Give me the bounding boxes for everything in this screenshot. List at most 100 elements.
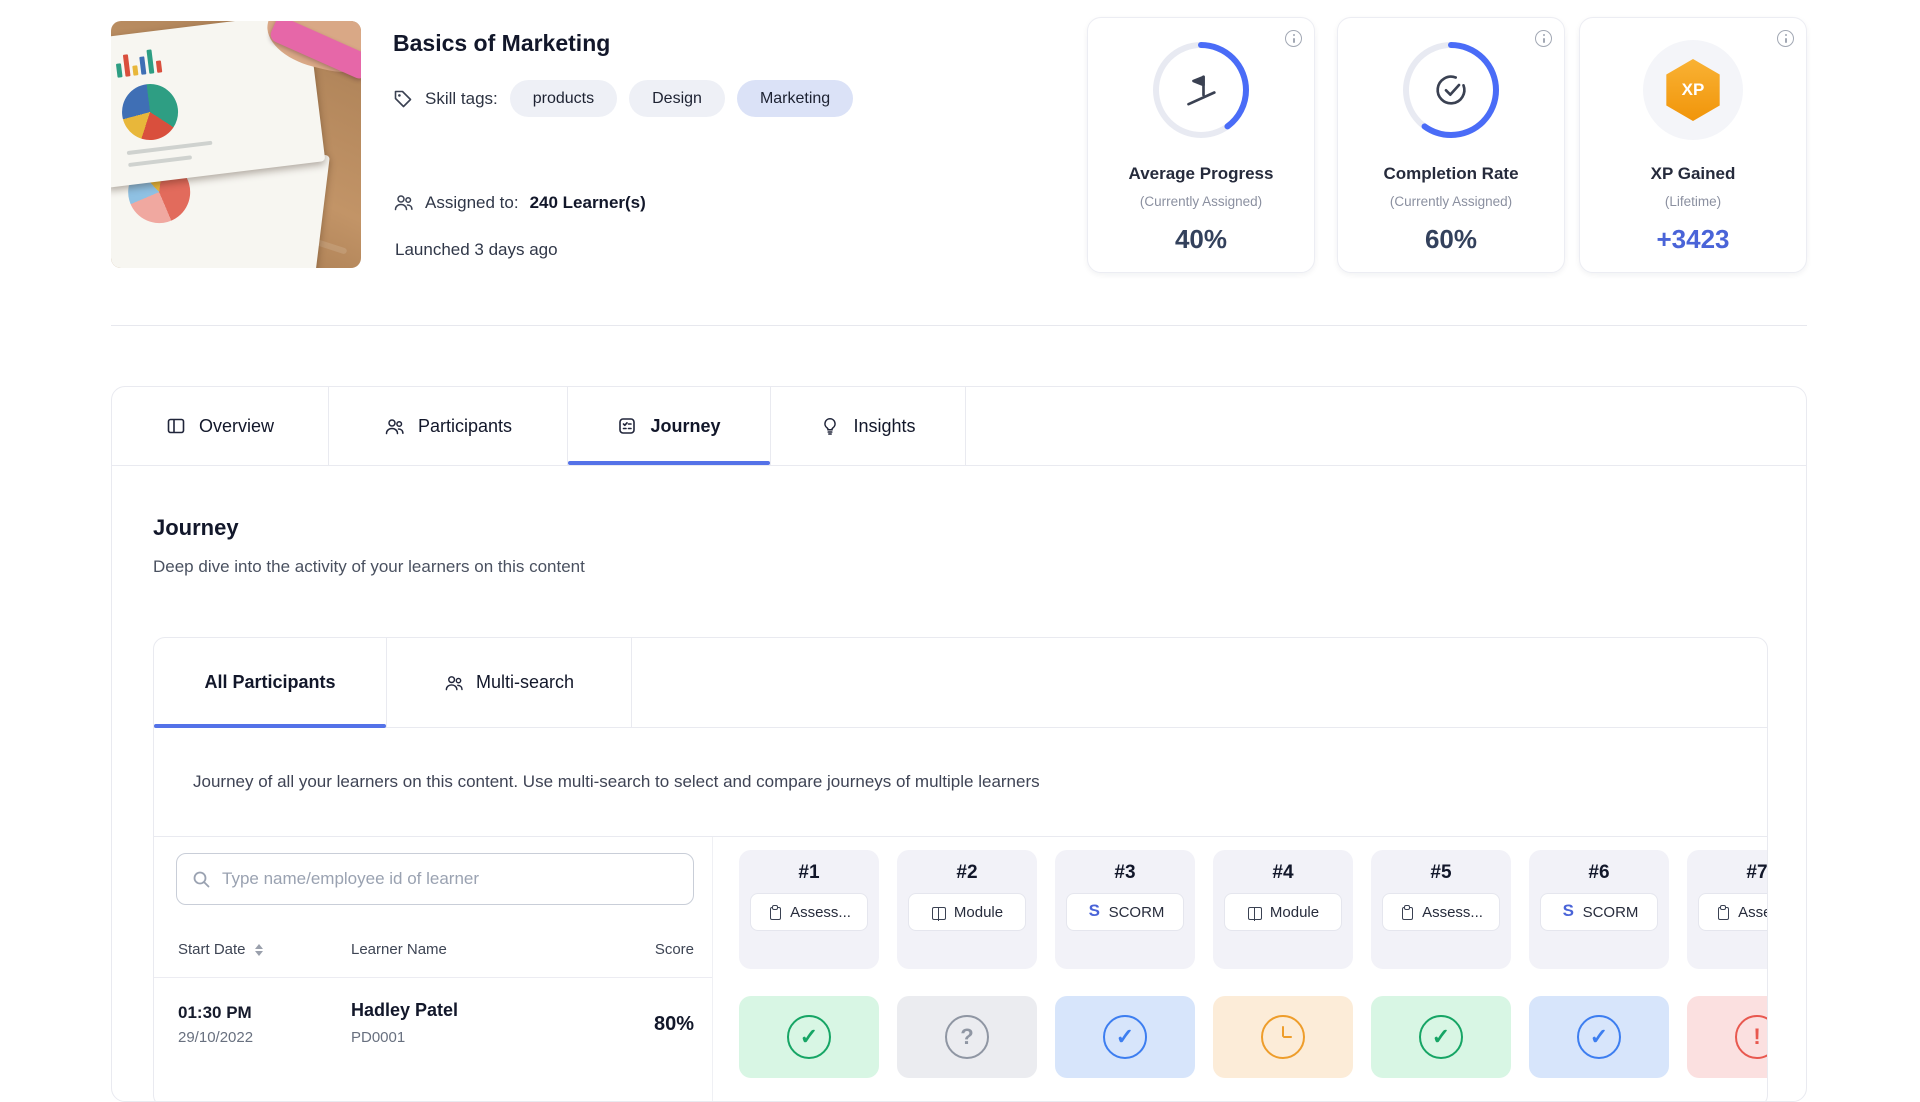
search-icon <box>191 869 212 890</box>
section-title: Journey <box>153 515 239 541</box>
average-progress-ring <box>1151 40 1251 140</box>
scorm-icon <box>1560 904 1576 920</box>
status-glyph <box>1103 1015 1147 1059</box>
step-type-label: Module <box>954 904 1003 921</box>
tab-bar: Overview Participants Journey <box>112 387 1806 466</box>
column-start-date: Start Date <box>178 941 263 958</box>
divider <box>712 837 713 1102</box>
thumbnail-decoration <box>127 141 213 155</box>
step-header: #6 SCORM <box>1529 850 1669 969</box>
step-type-label: SCORM <box>1583 904 1639 921</box>
assessment-icon <box>1399 904 1415 920</box>
xp-badge: XP <box>1643 40 1743 140</box>
journey-tab-bar: All Participants Multi-search <box>154 638 1767 728</box>
stat-value: +3423 <box>1580 224 1806 255</box>
scorm-icon <box>1086 904 1102 920</box>
row-start-date: 29/10/2022 <box>178 1029 253 1046</box>
info-icon[interactable] <box>1777 30 1794 47</box>
thumbnail-pie-chart <box>119 81 181 143</box>
stat-name: XP Gained <box>1580 164 1806 184</box>
journey-steps-header: #1 Assess... #2 Module #3 <box>739 850 1767 969</box>
status-glyph <box>1261 1015 1305 1059</box>
tab-label: Journey <box>650 416 720 437</box>
column-label: Learner Name <box>351 941 447 958</box>
step-number: #2 <box>956 862 977 884</box>
xp-hexagon-icon: XP <box>1664 59 1722 121</box>
module-icon <box>1247 904 1263 920</box>
tab-journey[interactable]: Journey <box>568 387 771 465</box>
stat-card-completion-rate: Completion Rate (Currently Assigned) 60% <box>1337 17 1565 273</box>
step-number: #7 <box>1746 862 1767 884</box>
skill-tags-label: Skill tags: <box>425 89 498 109</box>
info-icon[interactable] <box>1285 30 1302 47</box>
learner-search <box>176 853 694 905</box>
skill-tag-products: products <box>510 80 617 117</box>
stat-subtitle: (Lifetime) <box>1580 194 1806 209</box>
row-employee-id: PD0001 <box>351 1029 405 1046</box>
row-score: 80% <box>594 1013 694 1036</box>
journey-tab-spacer <box>632 638 1767 727</box>
module-icon <box>931 904 947 920</box>
tab-label: Insights <box>853 416 915 437</box>
status-glyph <box>1419 1015 1463 1059</box>
journey-table: Start Date Learner Name Score #1 Assess.… <box>154 837 1767 1102</box>
stat-card-average-progress: Average Progress (Currently Assigned) 40… <box>1087 17 1315 273</box>
step-type-pill: Assess... <box>1382 893 1500 931</box>
stat-name: Average Progress <box>1088 164 1314 184</box>
journey-panel: All Participants Multi-search Journey of… <box>153 637 1768 1102</box>
step-header: #7 Assess... <box>1687 850 1767 969</box>
stat-subtitle: (Currently Assigned) <box>1088 194 1314 209</box>
skill-tag-design: Design <box>629 80 725 117</box>
tab-all-participants[interactable]: All Participants <box>154 638 387 727</box>
assigned-row: Assigned to: 240 Learner(s) <box>393 192 646 213</box>
status-info-icon[interactable] <box>1529 996 1669 1078</box>
page-title: Basics of Marketing <box>393 30 610 57</box>
status-glyph <box>1735 1015 1767 1059</box>
status-success-icon[interactable] <box>1371 996 1511 1078</box>
stat-subtitle: (Currently Assigned) <box>1338 194 1564 209</box>
status-success-icon[interactable] <box>739 996 879 1078</box>
launched-text: Launched 3 days ago <box>395 240 558 260</box>
status-glyph <box>945 1015 989 1059</box>
status-glyph <box>787 1015 831 1059</box>
tab-insights[interactable]: Insights <box>771 387 966 465</box>
row-step-statuses <box>739 996 1767 1078</box>
stat-card-xp-gained: XP XP Gained (Lifetime) +3423 <box>1579 17 1807 273</box>
stat-name: Completion Rate <box>1338 164 1564 184</box>
status-pending-icon[interactable] <box>1213 996 1353 1078</box>
sort-icon[interactable] <box>255 944 263 956</box>
tab-participants[interactable]: Participants <box>329 387 568 465</box>
status-error-icon[interactable] <box>1687 996 1767 1078</box>
step-header: #3 SCORM <box>1055 850 1195 969</box>
people-icon <box>393 192 414 213</box>
tag-icon <box>393 89 413 109</box>
overview-icon <box>166 416 186 436</box>
step-type-label: Assess... <box>790 904 851 921</box>
thumbnail-decoration <box>128 155 192 167</box>
step-type-pill: SCORM <box>1540 893 1658 931</box>
divider <box>154 977 712 978</box>
assessment-icon <box>767 904 783 920</box>
tab-label: Overview <box>199 416 274 437</box>
skill-tags-row: Skill tags: products Design Marketing <box>393 80 853 117</box>
row-learner-name: Hadley Patel <box>351 1000 458 1021</box>
step-header: #5 Assess... <box>1371 850 1511 969</box>
section-subtitle: Deep dive into the activity of your lear… <box>153 557 585 577</box>
step-number: #6 <box>1588 862 1609 884</box>
skill-tag-marketing: Marketing <box>737 80 853 117</box>
step-type-pill: Assess... <box>750 893 868 931</box>
tab-multi-search[interactable]: Multi-search <box>387 638 632 727</box>
status-unknown-icon[interactable] <box>897 996 1037 1078</box>
search-input[interactable] <box>222 869 679 889</box>
info-icon[interactable] <box>1535 30 1552 47</box>
journey-checklist-icon <box>617 416 637 436</box>
column-score: Score <box>594 941 694 958</box>
status-info-icon[interactable] <box>1055 996 1195 1078</box>
tab-overview[interactable]: Overview <box>112 387 329 465</box>
lightbulb-icon <box>820 416 840 436</box>
step-header: #2 Module <box>897 850 1037 969</box>
step-header: #1 Assess... <box>739 850 879 969</box>
step-type-label: SCORM <box>1109 904 1165 921</box>
column-label: Score <box>655 941 694 958</box>
status-glyph <box>1577 1015 1621 1059</box>
